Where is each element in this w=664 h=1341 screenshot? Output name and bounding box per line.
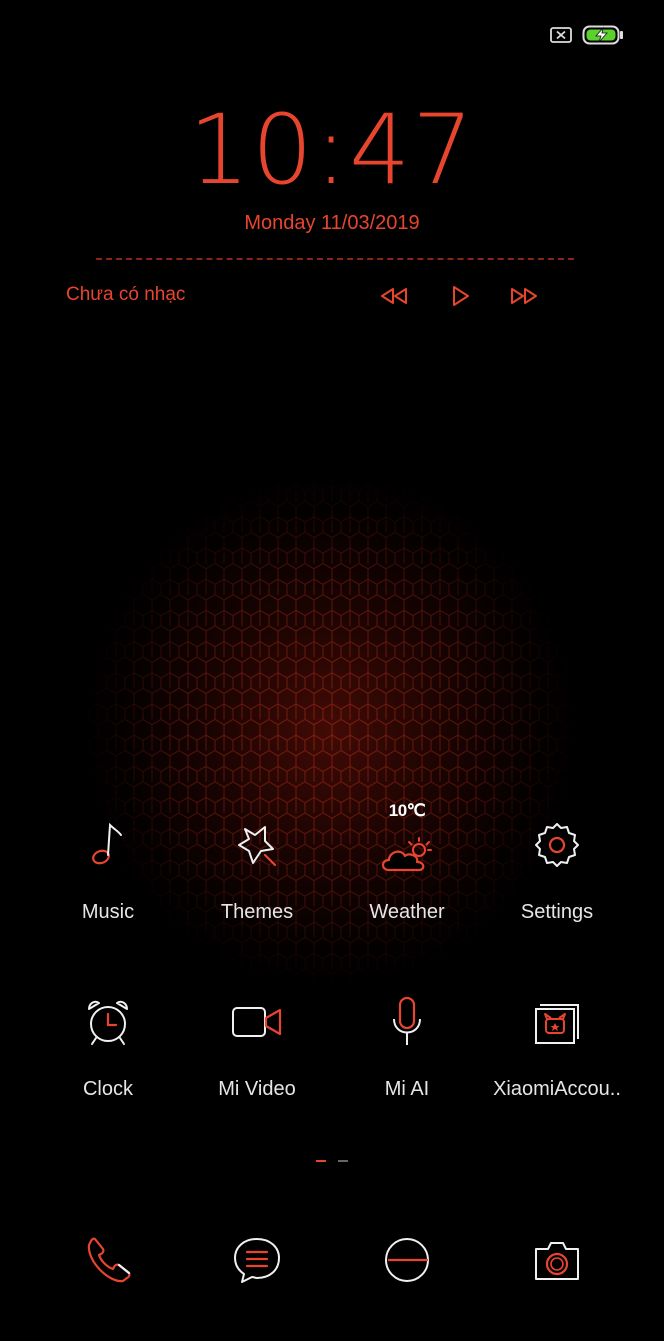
previous-track-button[interactable] (378, 282, 410, 310)
app-label: Mi AI (384, 1078, 430, 1100)
clock-separator: : (314, 94, 350, 206)
dock-camera-button[interactable] (527, 1230, 587, 1290)
play-icon (453, 286, 469, 306)
app-xiaomi-account[interactable]: XiaomiAccou.. (482, 992, 632, 1101)
app-label: XiaomiAccou.. (493, 1078, 621, 1100)
next-track-button[interactable] (508, 282, 540, 310)
no-sim-icon (550, 27, 572, 43)
app-mi-video[interactable]: Mi Video (182, 992, 332, 1101)
page-indicator (316, 1160, 348, 1162)
app-label: Mi Video (218, 1078, 296, 1100)
xiaomi-account-icon (527, 992, 587, 1052)
microphone-icon (377, 992, 437, 1052)
app-label: Themes (220, 901, 294, 923)
camera-icon (535, 1242, 579, 1280)
video-camera-icon (227, 992, 287, 1052)
alarm-clock-icon (78, 992, 138, 1052)
clock-hours: 10 (188, 94, 315, 206)
app-label: Weather (369, 901, 445, 923)
app-label: Music (81, 901, 135, 923)
music-widget: Chưa có nhạc (66, 282, 546, 310)
browser-icon (385, 1238, 429, 1282)
app-label: Clock (82, 1078, 133, 1100)
app-music[interactable]: Music (33, 815, 183, 924)
weather-cloud-sun-icon: 10℃ (377, 801, 437, 875)
phone-icon (87, 1237, 131, 1283)
dock-phone-button[interactable] (78, 1230, 138, 1290)
messages-icon (234, 1238, 280, 1283)
app-weather[interactable]: 10℃ Weather (332, 801, 482, 924)
rewind-icon (381, 288, 407, 304)
music-note-icon (78, 815, 138, 875)
clock-date[interactable]: Monday 11/03/2019 (0, 212, 664, 235)
app-clock[interactable]: Clock (33, 992, 183, 1101)
app-mi-ai[interactable]: Mi AI (332, 992, 482, 1101)
battery-charging-icon (582, 25, 624, 45)
page-dot-2[interactable] (338, 1160, 348, 1162)
clock-minutes: 47 (349, 94, 476, 206)
themes-star-icon (227, 815, 287, 875)
fast-forward-icon (511, 288, 537, 304)
divider (96, 258, 574, 260)
clock-time[interactable]: 10:47 (0, 100, 664, 200)
status-bar (550, 24, 624, 46)
weather-temperature: 10℃ (388, 801, 426, 820)
gear-icon (527, 815, 587, 875)
app-label: Settings (520, 901, 594, 923)
play-button[interactable] (444, 282, 476, 310)
dock-browser-button[interactable] (377, 1230, 437, 1290)
home-screen: 10:47 Monday 11/03/2019 Chưa có nhạc Mus… (0, 0, 664, 1341)
app-settings[interactable]: Settings (482, 815, 632, 924)
page-dot-1[interactable] (316, 1160, 326, 1162)
app-themes[interactable]: Themes (182, 815, 332, 924)
dock-messages-button[interactable] (227, 1230, 287, 1290)
music-status-label[interactable]: Chưa có nhạc (66, 284, 185, 306)
